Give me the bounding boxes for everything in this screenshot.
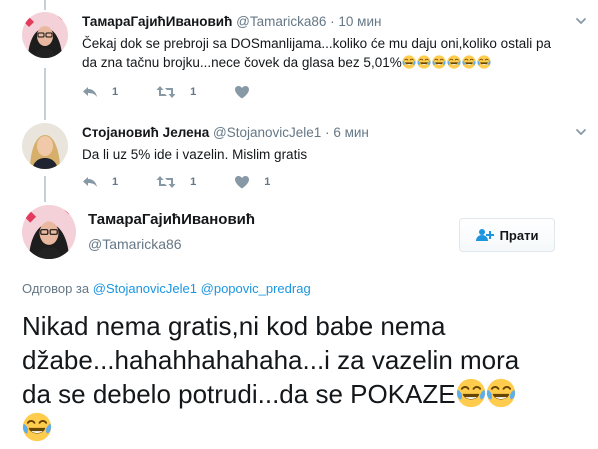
avatar[interactable] (22, 123, 68, 169)
tweet-header: ТамараГајићИвановић @Tamaricka86 · 10 ми… (82, 14, 381, 29)
tweet-text: Da li uz 5% ide i vazelin. Mislim gratis (82, 145, 552, 164)
main-handle[interactable]: @Tamaricka86 (88, 236, 182, 252)
reply-prefix: Одговор за (22, 281, 90, 296)
main-tweet-line: džabe...hahahhahahaha...i za vazelin mor… (22, 345, 520, 375)
reply-count: 1 (112, 86, 119, 98)
chevron-down-icon[interactable] (574, 14, 588, 28)
retweet-count: 1 (190, 86, 197, 98)
follow-button[interactable]: Прати (459, 218, 555, 252)
main-tweet-text: Nikad nema gratis,ni kod babe nema džabe… (22, 309, 582, 445)
reply-button[interactable]: 1 (82, 175, 118, 189)
tears-of-joy-emoji (22, 412, 52, 442)
retweet-button[interactable]: 1 (156, 175, 196, 189)
heart-icon (235, 86, 250, 99)
mention-link[interactable]: @StojanovicJele1 (93, 281, 197, 296)
timestamp[interactable]: 10 мин (338, 14, 381, 29)
retweet-button[interactable]: 1 (156, 85, 196, 99)
thread-line-top (44, 0, 46, 10)
avatar[interactable] (22, 12, 68, 58)
main-tweet-line: da se debelo potrudi...da se POKAZE (22, 377, 582, 411)
tears-of-joy-emoji (462, 55, 476, 69)
tears-of-joy-emoji (456, 378, 486, 408)
timestamp[interactable]: 6 мин (333, 125, 369, 140)
main-display-name[interactable]: ТамараГајићИвановић (88, 211, 255, 228)
tears-of-joy-emoji (432, 55, 446, 69)
main-tweet-line: Nikad nema gratis,ni kod babe nema (22, 311, 446, 341)
tweet-actions: 1 1 (82, 85, 302, 99)
tweet-text-line: Čekaj dok se prebroji sa DOSmanlijama...… (82, 36, 551, 51)
retweet-count: 1 (190, 176, 197, 188)
retweet-icon (156, 86, 176, 98)
tweet-header: Стојановић Јелена @StojanovicJele1 · 6 м… (82, 125, 369, 140)
tweet-actions: 1 1 1 (82, 175, 308, 189)
tweet-text-line: Da li uz 5% ide i vazelin. Mislim gratis (82, 147, 308, 162)
follow-label: Прати (499, 227, 539, 243)
follow-user-icon (475, 229, 494, 241)
heart-icon (235, 176, 250, 189)
retweet-icon (156, 176, 176, 188)
separator: · (330, 14, 335, 29)
handle[interactable]: @StojanovicJele1 (213, 125, 321, 140)
like-button[interactable]: 1 (234, 175, 270, 189)
tears-of-joy-emoji (486, 378, 516, 408)
tears-of-joy-emoji (402, 55, 416, 69)
handle[interactable]: @Tamaricka86 (236, 14, 326, 29)
display-name[interactable]: Стојановић Јелена (82, 125, 209, 140)
tweet-text: Čekaj dok se prebroji sa DOSmanlijama...… (82, 34, 552, 72)
tears-of-joy-emoji (417, 55, 431, 69)
separator: · (325, 125, 330, 140)
reply-context: Одговор за @StojanovicJele1 @popovic_pre… (22, 281, 311, 296)
tears-of-joy-emoji-group (402, 55, 492, 70)
tweet-stojanovic[interactable]: Стојановић Јелена @StojanovicJele1 · 6 м… (0, 123, 598, 198)
reply-count: 1 (112, 176, 119, 188)
mention-link[interactable]: @popovic_predrag (201, 281, 311, 296)
reply-icon (83, 87, 97, 97)
tears-of-joy-emoji (447, 55, 461, 69)
chevron-down-icon[interactable] (574, 125, 588, 139)
display-name[interactable]: ТамараГајићИвановић (82, 14, 232, 29)
tweet-text-line: da zna tačnu brojku...nece čovek da glas… (82, 53, 552, 72)
tears-of-joy-emoji (477, 55, 491, 69)
like-count: 1 (264, 176, 271, 188)
reply-button[interactable]: 1 (82, 85, 118, 99)
main-tweet-line (22, 411, 582, 445)
tweet-tamara[interactable]: ТамараГајићИвановић @Tamaricka86 · 10 ми… (0, 12, 598, 112)
like-button[interactable] (234, 85, 264, 99)
avatar[interactable] (22, 205, 76, 259)
reply-icon (83, 177, 97, 187)
